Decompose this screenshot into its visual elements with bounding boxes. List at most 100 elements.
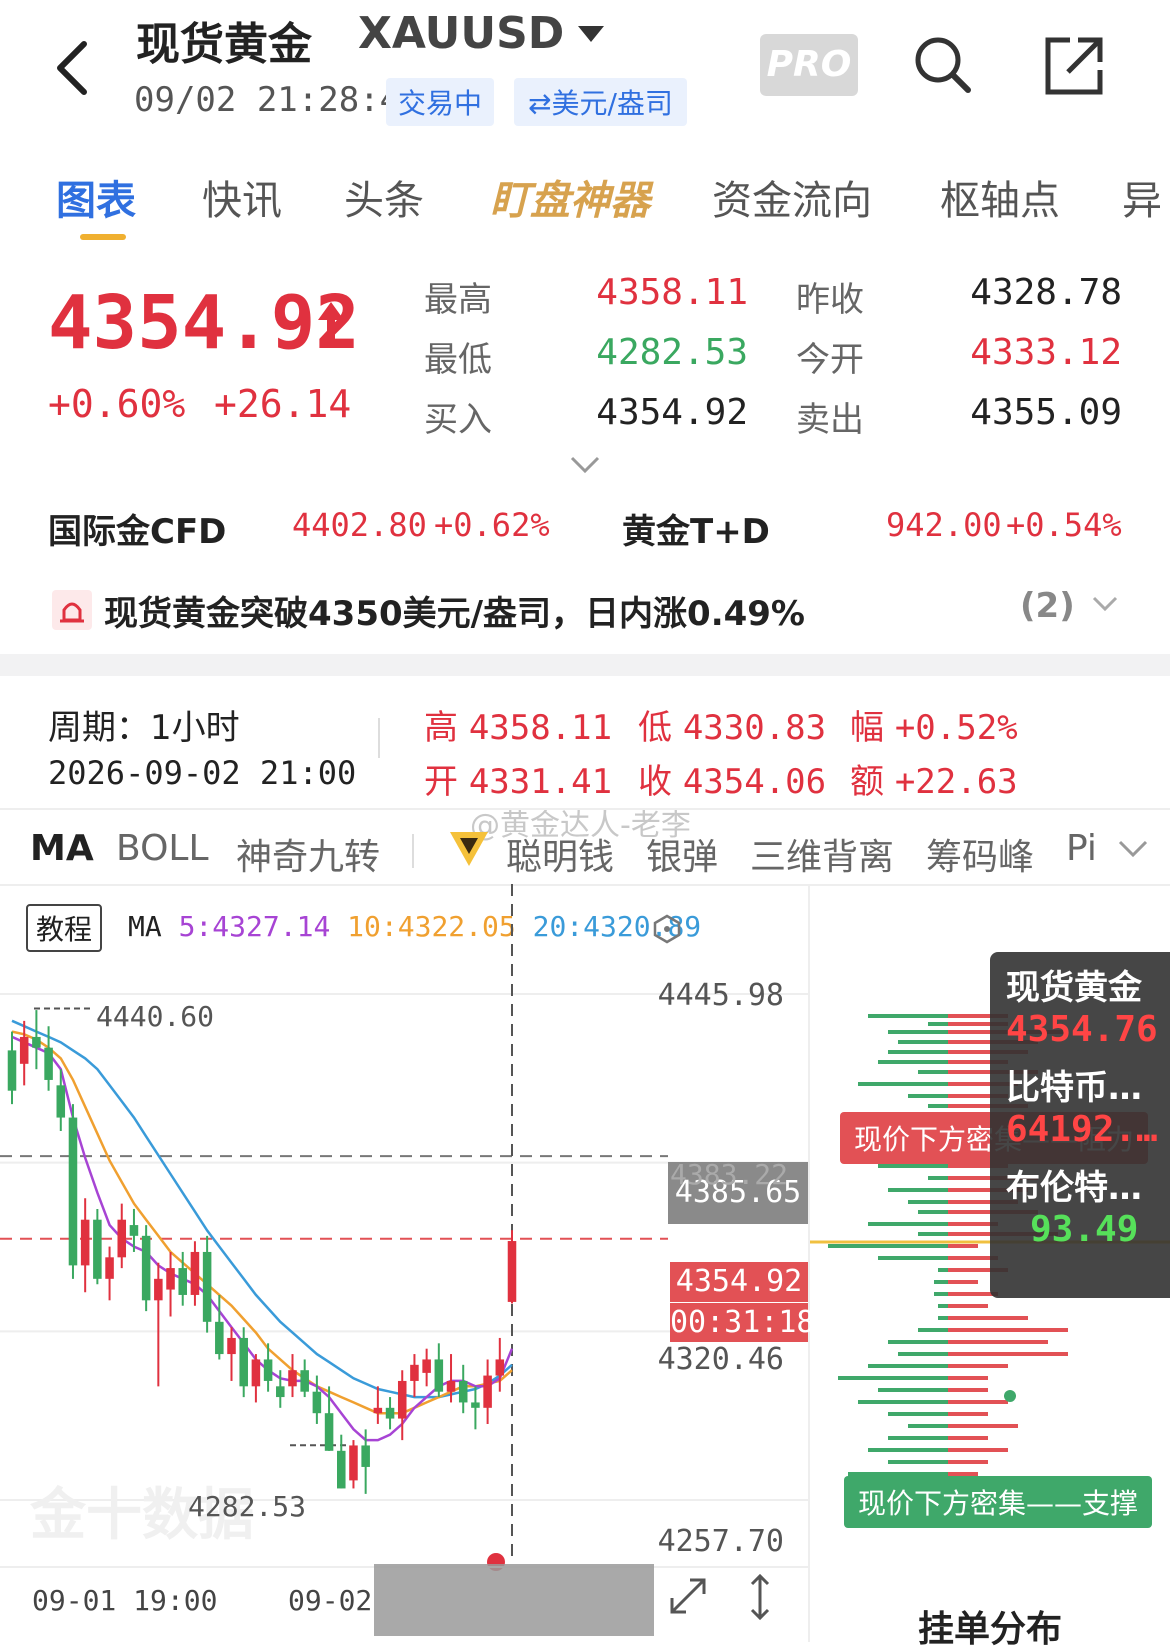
watchlist-overlay[interactable]: 现货黄金 4354.76 比特币… 64192.… 布伦特… 93.49 xyxy=(990,952,1170,1298)
tab-more[interactable]: 异 xyxy=(1122,168,1162,226)
depth-bid-bar xyxy=(828,1244,948,1248)
depth-ask-bar xyxy=(948,1316,1028,1320)
chevron-down-icon[interactable] xyxy=(1092,596,1118,612)
depth-bid-bar xyxy=(858,1082,948,1086)
ohlc-chg: +22.63 xyxy=(894,762,1018,802)
bid-value: 4354.92 xyxy=(596,392,748,433)
low-label: 最低 xyxy=(424,340,492,380)
depth-bid-bar xyxy=(888,1412,948,1416)
candle-body xyxy=(227,1337,236,1355)
tab-chart[interactable]: 图表 xyxy=(56,168,136,226)
depth-ask-bar xyxy=(948,1244,978,1248)
scale-icon[interactable] xyxy=(746,1572,774,1622)
tab-fund-flow[interactable]: 资金流向 xyxy=(712,168,872,226)
depth-bid-bar xyxy=(878,1060,948,1064)
chevron-down-icon[interactable] xyxy=(576,24,606,44)
indicator-td9[interactable]: 神奇九转 xyxy=(236,828,380,880)
ohlc-high-label: 高 xyxy=(424,708,458,748)
depth-ask-bar xyxy=(948,1364,1008,1368)
depth-bid-bar xyxy=(928,1176,948,1180)
candle-body xyxy=(324,1413,334,1451)
period-label[interactable]: 周期：1小时 xyxy=(48,700,240,749)
expand-chevron-icon[interactable] xyxy=(570,456,600,474)
candle-body xyxy=(458,1380,468,1403)
depth-ask-bar xyxy=(948,1448,1008,1452)
high-value: 4358.11 xyxy=(596,272,748,313)
share-icon[interactable] xyxy=(1044,36,1106,98)
depth-bid-bar xyxy=(868,1222,948,1226)
countdown: 00:31:18 xyxy=(670,1302,815,1343)
chevron-down-icon[interactable] xyxy=(1118,840,1148,858)
divider xyxy=(412,834,414,868)
depth-bid-bar xyxy=(888,1460,948,1464)
tab-pivot[interactable]: 枢轴点 xyxy=(940,168,1060,226)
candle-body xyxy=(422,1359,431,1373)
candle-body xyxy=(397,1380,407,1419)
alert-text[interactable]: 现货黄金突破4350美元/盎司，日内涨0.49% xyxy=(104,586,805,635)
depth-bid-bar xyxy=(918,1210,948,1214)
ohlc-open: 4331.41 xyxy=(468,762,613,802)
back-arrow-icon[interactable] xyxy=(50,38,94,98)
depth-ask-bar xyxy=(948,1460,988,1464)
prev-close-value: 4328.78 xyxy=(970,272,1122,313)
x-label: 09-02 xyxy=(288,1584,373,1617)
tab-headlines[interactable]: 头条 xyxy=(344,168,424,226)
overlay-gold-name: 现货黄金 xyxy=(1006,968,1142,1008)
candle-body xyxy=(166,1268,175,1290)
tab-flash[interactable]: 快讯 xyxy=(202,168,282,226)
indicator-chip-peak[interactable]: 筹码峰 xyxy=(926,828,1034,880)
tab-watch-tool[interactable]: 盯盘神器 xyxy=(490,168,650,226)
ohlc-close: 4354.06 xyxy=(682,762,827,802)
search-icon[interactable] xyxy=(912,34,974,96)
depth-bid-bar xyxy=(898,1040,948,1044)
depth-ask-bar xyxy=(948,1376,988,1380)
symbol-selector[interactable]: XAUUSD xyxy=(358,8,564,59)
candle-body xyxy=(117,1219,127,1258)
open-label: 今开 xyxy=(796,340,864,380)
alert-count[interactable]: (2) xyxy=(1020,586,1075,626)
depth-ask-bar xyxy=(948,1280,978,1284)
quote-datetime: 09/02 21:28:41 xyxy=(134,80,421,120)
overlay-gold-price: 4354.76 xyxy=(1006,1009,1158,1050)
last-price-tag: 4354.92 00:31:18 xyxy=(670,1262,815,1343)
td-percent: +0.54% xyxy=(1006,506,1122,544)
depth-bid-bar xyxy=(878,1164,948,1168)
indicator-ma[interactable]: MA xyxy=(30,828,94,869)
candle-body xyxy=(32,1036,41,1048)
candle-body xyxy=(263,1359,273,1381)
depth-bid-bar xyxy=(888,1188,948,1192)
candle-body xyxy=(154,1278,163,1301)
overlay-brent-name: 布伦特… xyxy=(1006,1168,1142,1208)
tab-bar: 图表 快讯 头条 盯盘神器 资金流向 枢轴点 异 xyxy=(0,150,1170,250)
indicator-silver-bullet[interactable]: 银弹 xyxy=(646,828,718,880)
indicator-smart-money[interactable]: 聪明钱 xyxy=(506,828,614,880)
depth-bid-bar xyxy=(908,1200,948,1204)
candle-body xyxy=(507,1241,517,1302)
depth-bid-bar xyxy=(928,1022,948,1026)
candle-body xyxy=(434,1359,444,1392)
cfd-label[interactable]: 国际金CFD xyxy=(48,504,226,553)
candle-body xyxy=(446,1380,456,1392)
depth-bid-bar xyxy=(918,1232,948,1236)
ohlc-low: 4330.83 xyxy=(682,708,827,748)
depth-bid-bar xyxy=(934,1292,948,1296)
depth-bid-bar xyxy=(878,1256,948,1260)
ohlc-low-label: 低 xyxy=(638,708,672,748)
divider xyxy=(0,654,1170,676)
depth-bid-bar xyxy=(838,1376,948,1380)
candle-body xyxy=(56,1085,66,1118)
depth-bid-bar xyxy=(918,1070,948,1074)
fullscreen-icon[interactable] xyxy=(666,1574,710,1618)
indicator-3d-divergence[interactable]: 三维背离 xyxy=(750,828,894,880)
high-label: 最高 xyxy=(424,280,492,320)
depth-bid-bar xyxy=(908,1094,948,1098)
depth-ask-bar xyxy=(948,1436,988,1440)
pro-button[interactable]: PRO xyxy=(760,34,858,96)
unit-badge[interactable]: ⇄美元/盎司 xyxy=(514,78,687,126)
indicator-boll[interactable]: BOLL xyxy=(116,828,209,869)
td-label[interactable]: 黄金T+D xyxy=(622,504,770,553)
depth-bid-bar xyxy=(878,1388,948,1392)
candle-body xyxy=(385,1407,395,1419)
indicator-more[interactable]: Pi xyxy=(1066,828,1097,869)
divider xyxy=(0,808,1170,810)
